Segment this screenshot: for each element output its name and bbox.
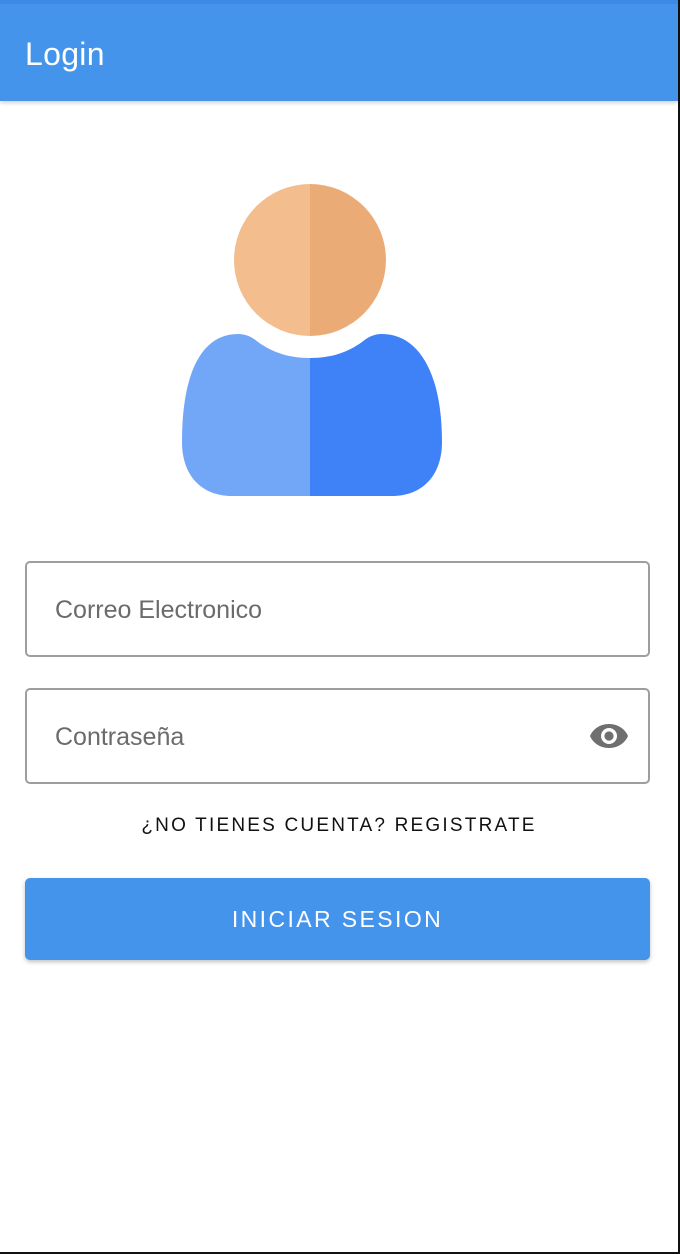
- password-input[interactable]: [53, 690, 577, 784]
- page-title: Login: [25, 36, 105, 72]
- user-avatar-icon: [182, 184, 442, 496]
- app-bar: Login: [0, 0, 678, 101]
- email-field[interactable]: [25, 561, 650, 657]
- register-link[interactable]: ¿NO TIENES CUENTA? REGISTRATE: [0, 815, 678, 837]
- email-input[interactable]: [53, 563, 577, 657]
- password-field[interactable]: [25, 688, 650, 784]
- toggle-password-visibility-button[interactable]: [588, 720, 630, 752]
- eye-icon: [590, 724, 628, 748]
- login-button[interactable]: INICIAR SESION: [25, 878, 650, 960]
